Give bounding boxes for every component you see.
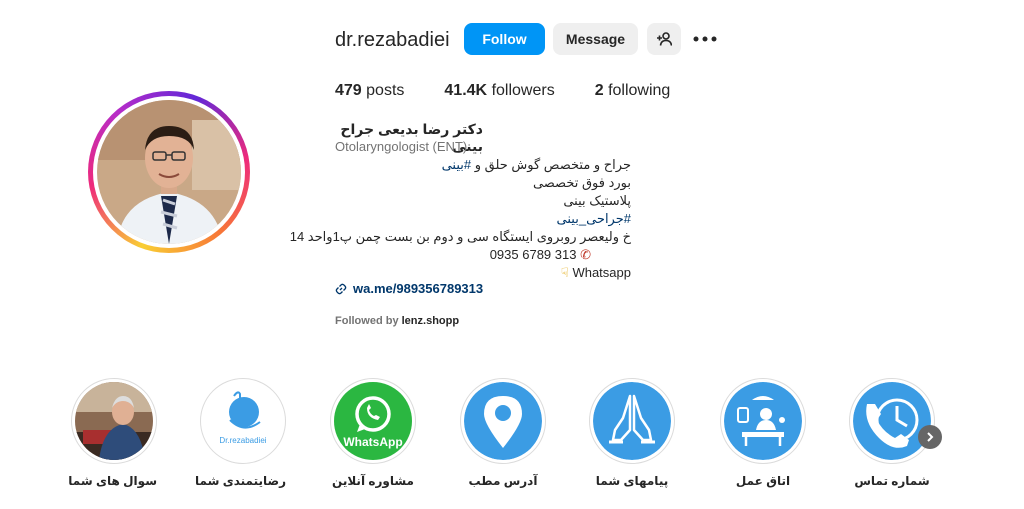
bio-line: پلاستیک بینی — [563, 193, 631, 208]
highlight-item[interactable]: آدرس مطب — [460, 378, 546, 488]
profile-avatar-border — [93, 96, 245, 248]
bio-link-text[interactable]: wa.me/989356789313 — [353, 281, 483, 296]
bio-text: جراح و متخصص گوش حلق و — [474, 157, 631, 172]
profile-stats: 479 posts 41.4K followers 2 following — [335, 82, 710, 100]
followed-by-prefix: Followed by — [335, 315, 399, 327]
message-button[interactable]: Message — [553, 23, 638, 55]
highlight-label: اتاق عمل — [735, 474, 791, 488]
location-pin-icon — [464, 382, 542, 460]
highlight-ring — [589, 378, 675, 464]
link-icon — [335, 283, 347, 294]
bio-whatsapp: Whatsapp — [572, 265, 631, 280]
following-count: 2 — [594, 82, 604, 99]
bio-line: بورد فوق تخصصی — [532, 175, 631, 190]
highlight-ring — [720, 378, 806, 464]
phone-clock-icon — [853, 382, 931, 460]
bio-address: خ ولیعصر روبروی ایستگاه سی و دوم بن بست … — [289, 229, 631, 244]
doctor-photo-icon — [75, 382, 153, 460]
highlight-label: آدرس مطب — [468, 474, 538, 488]
praying-hands-icon — [593, 382, 671, 460]
highlight-ring — [71, 378, 157, 464]
hashtag-link[interactable]: #بینی — [442, 157, 472, 172]
follow-button[interactable]: Follow — [464, 23, 545, 55]
highlight-ring — [460, 378, 546, 464]
highlight-ring: WhatsApp — [330, 378, 416, 464]
whatsapp-icon: WhatsApp — [334, 382, 412, 460]
operating-room-icon — [724, 382, 802, 460]
profile-category: Otolaryngologist (ENT) — [335, 139, 468, 154]
bio-line: جراح و متخصص گوش حلق و #بینی — [335, 156, 631, 174]
posts-count: 479 — [335, 82, 362, 99]
highlight-ring — [849, 378, 935, 464]
highlight-item[interactable]: پیامهای شما — [589, 378, 675, 488]
chevron-right-icon — [927, 432, 934, 442]
following-stat[interactable]: 2 following — [595, 82, 671, 100]
followers-label: followers — [491, 82, 555, 99]
posts-stat: 479 posts — [335, 82, 404, 100]
highlight-label: سوال های شما — [68, 474, 157, 488]
posts-label: posts — [366, 82, 405, 99]
bio-phone: 0935 6789 313 — [489, 247, 577, 262]
highlight-label: شماره تماس — [854, 474, 930, 488]
add-user-icon — [657, 32, 672, 46]
brand-logo-text: Dr.rezabadiei — [219, 436, 267, 445]
hashtag-link[interactable]: #جراحی_بینی — [335, 210, 631, 228]
highlight-item[interactable]: سوال های شما — [68, 378, 157, 488]
followed-by[interactable]: Followed by lenz.shopp — [335, 315, 459, 327]
pointing-hand-icon: ☟ — [560, 265, 569, 280]
brand-logo-icon: Dr.rezabadiei — [204, 382, 282, 460]
profile-bio: جراح و متخصص گوش حلق و #بینی بورد فوق تخ… — [289, 156, 631, 282]
highlight-item[interactable]: اتاق عمل — [720, 378, 806, 488]
whatsapp-logo-text: WhatsApp — [343, 435, 403, 449]
highlight-label: مشاوره آنلاین — [332, 474, 414, 488]
followed-by-user[interactable]: lenz.shopp — [402, 315, 459, 327]
highlight-item[interactable]: Dr.rezabadiei رضایتمندی شما — [195, 378, 286, 488]
suggested-users-button[interactable] — [647, 23, 681, 55]
following-label: following — [608, 82, 671, 99]
profile-avatar[interactable] — [97, 100, 241, 244]
phone-icon: ✆ — [580, 247, 591, 262]
highlight-item[interactable]: WhatsApp مشاوره آنلاین — [330, 378, 416, 488]
bio-whatsapp-line: Whatsapp ☟ — [335, 264, 631, 282]
highlight-label: رضایتمندی شما — [195, 474, 286, 488]
more-options-button[interactable] — [692, 29, 718, 49]
highlight-label: پیامهای شما — [595, 474, 669, 488]
bio-external-link[interactable]: wa.me/989356789313 — [335, 281, 483, 296]
followers-stat[interactable]: 41.4K followers — [444, 82, 554, 100]
profile-username: dr.rezabadiei — [335, 29, 450, 51]
highlight-ring: Dr.rezabadiei — [200, 378, 286, 464]
profile-avatar-ring[interactable] — [88, 91, 250, 253]
highlights-next-button[interactable] — [918, 425, 942, 449]
followers-count: 41.4K — [444, 82, 488, 99]
more-dots-icon — [693, 36, 717, 42]
bio-phone-line: ✆ 0935 6789 313 — [335, 246, 631, 264]
